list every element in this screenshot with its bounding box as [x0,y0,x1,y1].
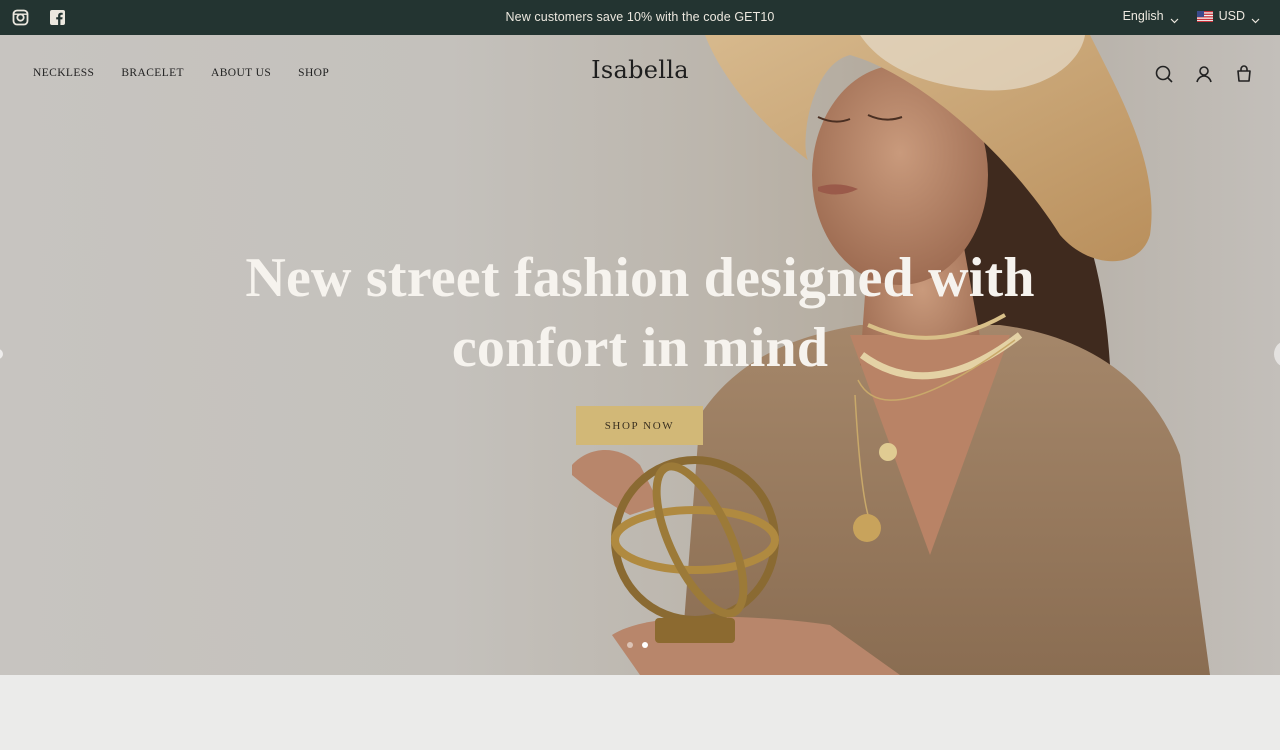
nav-about-us[interactable]: ABOUT US [211,67,271,79]
site-logo[interactable]: Isabella [591,56,689,84]
promo-message: New customers save 10% with the code GET… [505,10,775,24]
social-links [12,9,66,26]
chevron-down-icon [1170,13,1179,24]
slide-dot-1[interactable] [627,642,633,648]
instagram-icon[interactable] [12,9,29,26]
language-label: English [1122,9,1164,23]
slide-dot-2[interactable] [642,642,648,648]
hero-image [572,35,1210,675]
announcement-bar: New customers save 10% with the code GET… [0,0,1280,35]
currency-selector[interactable]: USD [1196,9,1260,24]
language-selector[interactable]: English [1122,9,1179,24]
nav-neckless[interactable]: NECKLESS [33,67,94,79]
next-section [0,675,1280,750]
shop-now-button[interactable]: SHOP NOW [576,406,703,445]
cart-icon[interactable] [1234,64,1254,84]
nav-bracelet[interactable]: BRACELET [121,67,184,79]
account-icon[interactable] [1194,64,1214,84]
facebook-icon[interactable] [49,9,66,26]
nav-shop[interactable]: SHOP [298,67,329,79]
chevron-down-icon [1251,13,1260,24]
hero-banner: NECKLESS BRACELET ABOUT US SHOP Isabella… [0,35,1280,675]
us-flag-icon [1196,10,1213,22]
header-icons [1154,64,1254,84]
currency-label: USD [1218,9,1245,23]
slider-dots [627,642,648,648]
search-icon[interactable] [1154,64,1174,84]
main-nav: NECKLESS BRACELET ABOUT US SHOP [33,67,329,79]
